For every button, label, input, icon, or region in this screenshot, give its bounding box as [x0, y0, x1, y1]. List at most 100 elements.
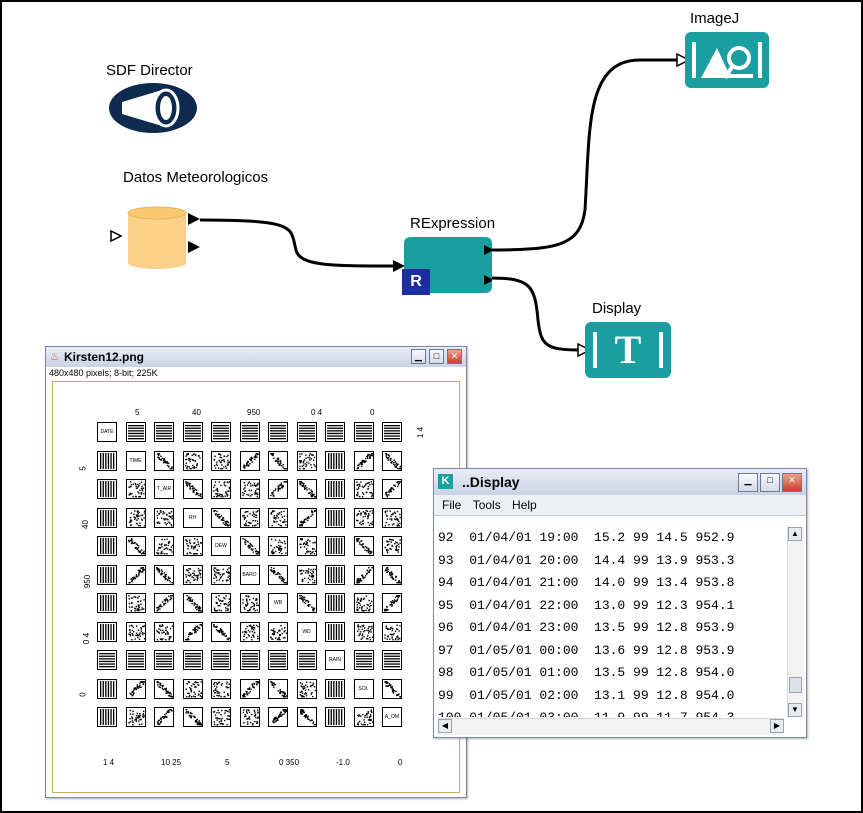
scatter-cell — [382, 479, 402, 499]
scatter-cell — [296, 650, 317, 670]
scatter-cell — [325, 536, 345, 556]
scatter-cell — [325, 564, 345, 585]
maximize-button[interactable]: □ — [429, 349, 444, 364]
axis-tick-label: 10 25 — [161, 758, 182, 767]
rexpression-label: RExpression — [410, 215, 496, 232]
scatter-cell — [296, 678, 317, 699]
scatter-cell — [154, 593, 174, 613]
scatter-cell — [211, 678, 231, 699]
scroll-up-icon[interactable]: ▲ — [788, 527, 802, 541]
scatter-cell — [353, 422, 374, 442]
variable-label: RH — [182, 507, 203, 528]
scatter-cell — [268, 507, 288, 528]
vertical-scrollbar[interactable]: ▲ ▼ — [787, 527, 804, 717]
scatter-cell — [154, 650, 174, 670]
scatter-cell — [125, 678, 146, 699]
scatter-cell — [325, 479, 345, 499]
image-viewer-icon[interactable] — [685, 32, 769, 88]
variable-label: A_OM — [382, 707, 402, 727]
variable-label: SOL — [353, 678, 374, 699]
scatter-cell — [353, 621, 374, 642]
axis-tick-label: 0 350 — [279, 758, 300, 767]
scatter-cell — [154, 621, 174, 642]
scroll-right-icon[interactable]: ▶ — [770, 719, 784, 733]
variable-label: DEW — [211, 536, 231, 556]
megaphone-icon[interactable] — [108, 82, 198, 134]
variable-label: DATE — [97, 422, 117, 442]
scatter-cell — [296, 479, 317, 499]
display-actor[interactable]: T — [585, 322, 671, 378]
scatter-cell — [154, 536, 174, 556]
maximize-button[interactable]: □ — [760, 473, 780, 492]
scatter-cell — [154, 678, 174, 699]
database-icon[interactable] — [108, 205, 208, 271]
scatter-cell — [353, 650, 374, 670]
scatter-cell — [239, 593, 260, 613]
scroll-left-icon[interactable]: ◀ — [438, 719, 452, 733]
scatter-cell — [182, 564, 203, 585]
menu-help[interactable]: Help — [512, 498, 537, 512]
link-rexpression-display — [489, 276, 581, 352]
scatter-cell — [125, 422, 146, 442]
scatter-cell — [182, 678, 203, 699]
scatter-cell — [325, 678, 345, 699]
scatter-cell — [182, 422, 203, 442]
text-output-area[interactable]: 92 01/04/01 19:00 15.2 99 14.5 952.9 93 0… — [438, 527, 784, 717]
variable-label: TIME — [125, 450, 146, 471]
image-window-titlebar[interactable]: ♨ Kirsten12.png ▁ □ ✕ — [46, 347, 466, 367]
scatter-cell — [325, 450, 345, 471]
menu-file[interactable]: File — [442, 498, 461, 512]
scatter-cell — [325, 707, 345, 727]
scatter-cell — [382, 450, 402, 471]
axis-tick-label: 0 4 — [82, 632, 92, 645]
horizontal-scrollbar[interactable]: ◀ ▶ — [438, 718, 784, 735]
scatter-cell — [353, 479, 374, 499]
menu-tools[interactable]: Tools — [473, 498, 501, 512]
scroll-down-icon[interactable]: ▼ — [788, 703, 802, 717]
image-window[interactable]: ♨ Kirsten12.png ▁ □ ✕ 480x480 pixels; 8-… — [45, 346, 467, 798]
axis-tick-label: 40 — [80, 520, 90, 529]
display-window[interactable]: K ..Display ▁ □ ✕ File Tools Help 92 01/… — [433, 468, 807, 738]
kepler-icon: K — [438, 474, 453, 489]
scatter-cell — [268, 621, 288, 642]
imagej-label: ImageJ — [690, 10, 740, 27]
java-icon: ♨ — [50, 351, 60, 363]
rexpression-actor[interactable]: R — [402, 237, 492, 295]
scroll-thumb[interactable] — [789, 677, 802, 693]
minimize-button[interactable]: ▁ — [411, 349, 426, 364]
axis-tick-label: 40 — [192, 408, 201, 417]
scatter-cell — [353, 450, 374, 471]
scatter-cell — [211, 593, 231, 613]
scatter-cell — [268, 564, 288, 585]
scatter-cell — [296, 564, 317, 585]
scatter-cell — [211, 621, 231, 642]
output-row: 95 01/04/01 22:00 13.0 99 12.3 954.1 — [438, 597, 735, 613]
scatter-cell — [211, 507, 231, 528]
scatter-cell — [97, 650, 117, 670]
scatter-cell — [182, 536, 203, 556]
display-window-titlebar[interactable]: K ..Display ▁ □ ✕ — [434, 469, 806, 495]
scatter-cell — [239, 507, 260, 528]
scatter-cell — [125, 650, 146, 670]
scatter-cell — [239, 479, 260, 499]
scatter-cell — [353, 536, 374, 556]
scatter-cell — [239, 536, 260, 556]
scatter-cell — [382, 536, 402, 556]
axis-tick-label: 950 — [83, 574, 93, 589]
close-button[interactable]: ✕ — [782, 473, 802, 492]
scatter-cell — [268, 479, 288, 499]
scatter-cell — [211, 422, 231, 442]
scatter-cell — [239, 678, 260, 699]
variable-label: BARO — [239, 564, 260, 585]
minimize-button[interactable]: ▁ — [738, 473, 758, 492]
scatter-cell — [382, 422, 402, 442]
scatter-cell — [239, 707, 260, 727]
scatter-cell — [382, 678, 402, 699]
axis-tick-label: 5 — [135, 408, 140, 417]
output-row: 94 01/04/01 21:00 14.0 99 13.4 953.8 — [438, 575, 735, 590]
scatter-cell — [97, 621, 117, 642]
close-button[interactable]: ✕ — [447, 349, 462, 364]
scatter-cell — [211, 564, 231, 585]
scatter-cell — [382, 507, 402, 528]
output-row: 98 01/05/01 01:00 13.5 99 12.8 954.0 — [438, 665, 735, 680]
